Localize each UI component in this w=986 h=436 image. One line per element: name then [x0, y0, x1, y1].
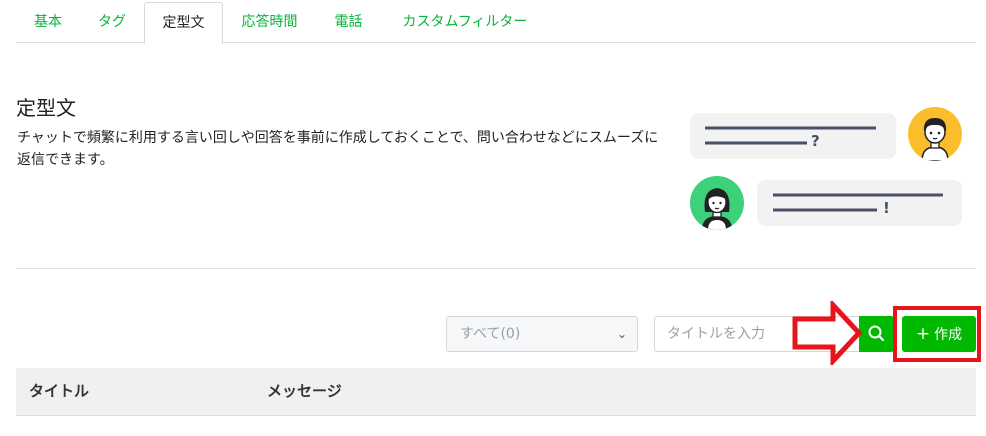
- bubble-lines-graphic: [705, 126, 876, 145]
- page-title: 定型文: [16, 96, 76, 120]
- chat-bubble-answer: !: [757, 180, 962, 226]
- bubble-lines-graphic: [773, 193, 943, 212]
- table-header: タイトル メッセージ: [16, 368, 976, 416]
- column-header-title[interactable]: タイトル: [29, 368, 89, 415]
- tab-phone[interactable]: 電話: [316, 2, 381, 43]
- chat-bubble-question: ?: [690, 113, 896, 159]
- tab-bar: 基本 タグ 定型文 応答時間 電話 カスタムフィルター: [16, 0, 976, 44]
- chevron-down-icon: ⌄: [616, 327, 627, 341]
- tab-templates[interactable]: 定型文: [144, 2, 223, 44]
- create-button-label: 作成: [934, 327, 963, 343]
- search-button[interactable]: [859, 316, 894, 352]
- category-filter-select[interactable]: すべて(0) ⌄: [446, 316, 638, 352]
- tab-tags[interactable]: タグ: [80, 2, 144, 43]
- plus-icon: +: [915, 324, 931, 344]
- search-icon: [868, 325, 885, 342]
- filter-selected-value: すべて(0): [460, 326, 521, 342]
- question-mark: ?: [811, 132, 820, 150]
- column-header-message[interactable]: メッセージ: [267, 368, 342, 415]
- tab-custom-filter[interactable]: カスタムフィルター: [381, 2, 549, 43]
- section-divider: [16, 268, 976, 269]
- tab-response-time[interactable]: 応答時間: [223, 2, 316, 43]
- create-button[interactable]: + 作成: [902, 316, 976, 352]
- callout-arrow-icon: [792, 301, 863, 365]
- male-avatar-icon: [908, 107, 962, 161]
- page-description: チャットで頻繁に利用する言い回しや回答を事前に作成しておくことで、問い合わせなど…: [17, 130, 659, 168]
- exclamation-mark: !: [883, 199, 890, 217]
- tab-basic[interactable]: 基本: [16, 2, 80, 43]
- female-avatar-icon: [690, 176, 744, 230]
